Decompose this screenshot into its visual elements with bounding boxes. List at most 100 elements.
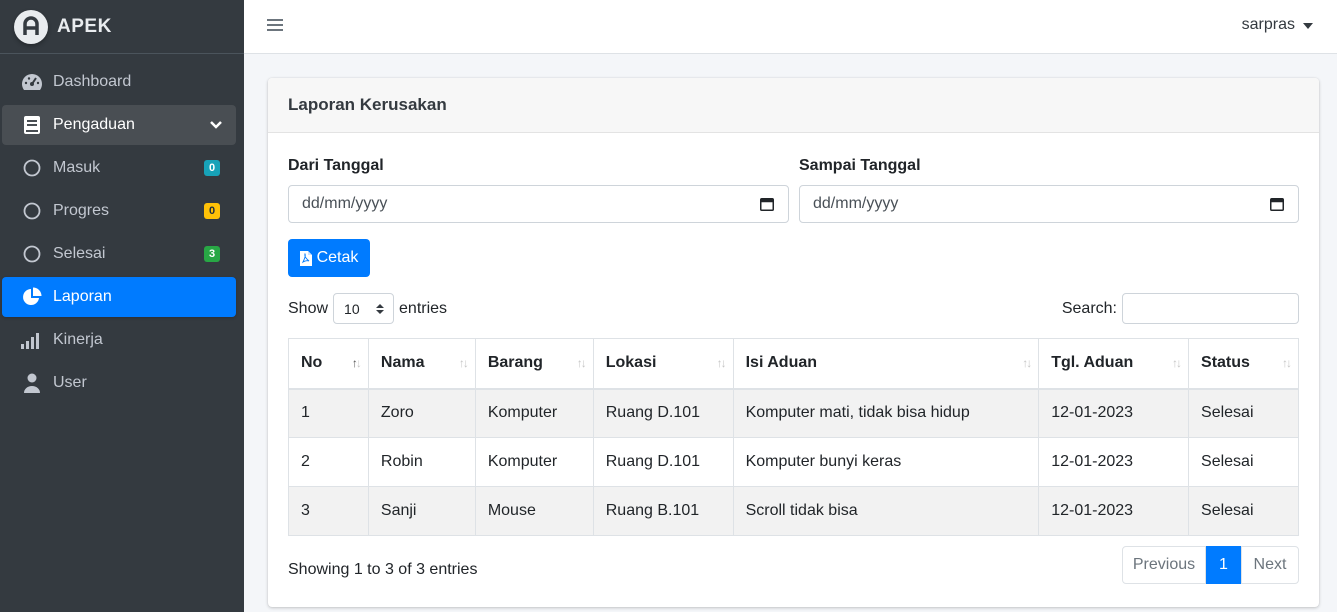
user-icon [21,372,43,394]
sidebar-item-kinerja[interactable]: Kinerja [2,320,236,360]
sort-icon: ↑↓ [351,356,362,370]
calendar-icon[interactable] [760,197,774,216]
sidebar-item-label: User [53,374,87,391]
cell-status: Selesai [1188,486,1299,536]
pagination: Previous 1 Next [1122,546,1299,584]
brand-name: APEK [57,15,112,37]
table-row: 1 Zoro Komputer Ruang D.101 Komputer mat… [288,388,1299,438]
sidebar-item-label: Progres [53,202,110,219]
cell-status: Selesai [1188,388,1299,438]
book-icon [21,114,43,136]
entries-label: entries [399,299,448,317]
sidebar-item-user[interactable]: User [2,363,236,403]
brand[interactable]: APEK [0,0,244,54]
column-header-no[interactable]: No ↑↓ [288,338,369,390]
user-name: sarpras [1241,16,1295,33]
count-badge: 0 [204,203,220,219]
cell-no: 1 [288,388,369,438]
cell-isi-aduan: Komputer bunyi keras [732,437,1040,487]
cell-no: 3 [288,486,369,536]
entries-select-value: 10 [344,300,360,317]
sidebar-item-laporan[interactable]: Laporan [2,277,236,317]
sidebar-item-label: Dashboard [53,73,132,90]
column-header-lokasi[interactable]: Lokasi ↑↓ [592,338,734,390]
circle-icon [21,243,43,265]
card-header: Laporan Kerusakan [268,78,1319,133]
cell-isi-aduan: Komputer mati, tidak bisa hidup [732,388,1040,438]
sort-icon: ↑↓ [1022,356,1032,370]
column-header-nama[interactable]: Nama ↑↓ [367,338,476,390]
table-header-row: No ↑↓ Nama ↑↓ Barang ↑↓ Lokasi ↑↓ Isi Aduan ↑… [288,338,1299,390]
cell-tgl-aduan: 12-01-2023 [1038,437,1190,487]
sort-icon: ↑↓ [576,356,587,370]
sidebar-item-label: Pengaduan [53,116,135,133]
table-row: 3 Sanji Mouse Ruang B.101 Scroll tidak b… [288,486,1299,536]
sort-icon: ↑↓ [458,356,469,370]
sort-icon: ↑↓ [716,356,727,370]
report-card: Laporan Kerusakan Dari Tanggal dd/mm/yyy… [268,78,1319,607]
sort-icon: ↑↓ [1172,356,1182,370]
calendar-icon[interactable] [1270,197,1284,216]
to-date-input[interactable]: dd/mm/yyyy [799,185,1299,223]
cell-lokasi: Ruang D.101 [592,388,734,438]
show-label: Show [288,299,329,317]
sidebar-item-label: Masuk [53,159,101,176]
search-label: Search: [1061,299,1117,317]
chevron-down-icon [210,117,222,135]
to-date-label: Sampai Tanggal [799,157,921,174]
date-placeholder: dd/mm/yyyy [302,195,388,212]
cell-barang: Komputer [474,388,594,438]
entries-length-control: Show 10 entries [288,293,447,324]
cell-no: 2 [288,437,369,487]
sidebar-nav: Dashboard Pengaduan Masuk 0 Progres 0 Se… [0,54,244,403]
sidebar-item-masuk[interactable]: Masuk 0 [2,148,236,188]
sidebar-item-progres[interactable]: Progres 0 [2,191,236,231]
table-row: 2 Robin Komputer Ruang D.101 Komputer bu… [288,437,1299,487]
user-dropdown[interactable]: sarpras [1242,16,1313,34]
brand-logo-icon [14,9,48,44]
sidebar: APEK Dashboard Pengaduan Masuk 0 Progres… [0,0,244,612]
next-page-button[interactable]: Next [1241,546,1299,584]
column-header-barang[interactable]: Barang ↑↓ [474,338,594,390]
from-date-label: Dari Tanggal [288,157,384,174]
file-pdf-icon [299,250,312,266]
sidebar-item-label: Selesai [53,245,106,262]
updown-arrow-icon [376,302,385,318]
cell-nama: Sanji [367,486,476,536]
cell-barang: Mouse [474,486,594,536]
print-button[interactable]: Cetak [288,239,370,277]
sidebar-item-label: Kinerja [53,331,103,348]
cell-nama: Zoro [367,388,476,438]
cell-nama: Robin [367,437,476,487]
page-1-button[interactable]: 1 [1206,546,1241,584]
search-input[interactable] [1122,293,1299,324]
table-search: Search: [1062,293,1299,324]
entries-select[interactable]: 10 [333,293,395,324]
column-header-isi-aduan[interactable]: Isi Aduan ↑↓ [732,338,1040,390]
column-header-tgl-aduan[interactable]: Tgl. Aduan ↑↓ [1038,338,1190,390]
cell-isi-aduan: Scroll tidak bisa [732,486,1040,536]
sidebar-item-selesai[interactable]: Selesai 3 [2,234,236,274]
signal-icon [21,329,43,351]
cell-lokasi: Ruang D.101 [592,437,734,487]
count-badge: 0 [204,160,220,176]
table-info: Showing 1 to 3 of 3 entries [288,561,478,578]
sort-icon: ↑↓ [1282,356,1292,370]
cell-lokasi: Ruang B.101 [592,486,734,536]
column-header-status[interactable]: Status ↑↓ [1188,338,1299,390]
from-date-input[interactable]: dd/mm/yyyy [288,185,789,223]
circle-icon [21,200,43,222]
sidebar-item-pengaduan[interactable]: Pengaduan [2,105,236,145]
cell-barang: Komputer [474,437,594,487]
cell-status: Selesai [1188,437,1299,487]
previous-page-button[interactable]: Previous [1122,546,1206,584]
date-placeholder: dd/mm/yyyy [813,195,899,212]
hamburger-menu-icon[interactable] [267,18,283,37]
sidebar-item-dashboard[interactable]: Dashboard [2,62,236,102]
print-button-label: Cetak [316,249,359,266]
report-table: No ↑↓ Nama ↑↓ Barang ↑↓ Lokasi ↑↓ Isi Aduan ↑… [288,338,1299,536]
count-badge: 3 [204,246,220,262]
top-navbar: sarpras [244,0,1337,54]
circle-icon [21,157,43,179]
tachometer-icon [21,71,43,93]
